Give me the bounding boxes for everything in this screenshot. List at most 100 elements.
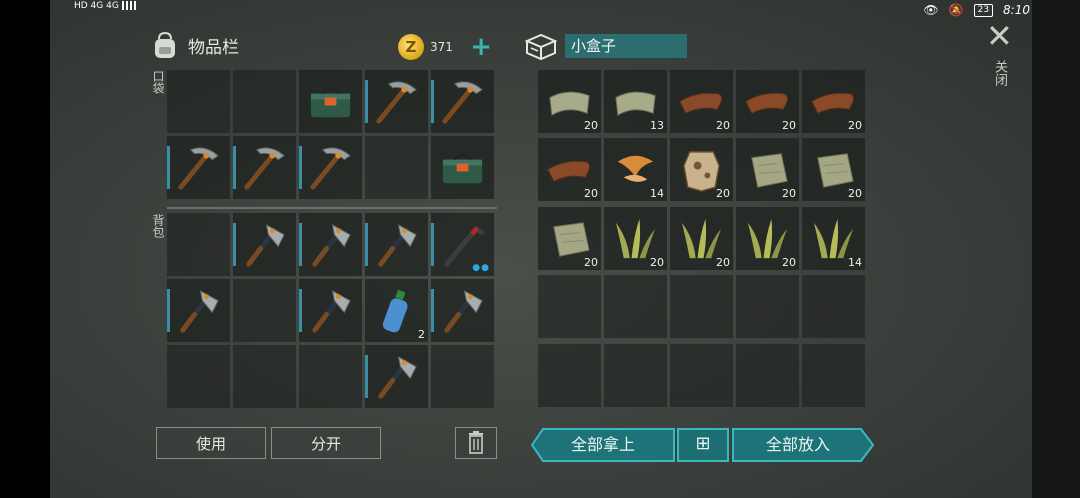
container-grid: 20 13 20 20 20 20 14 20 20 20 20 20 20 20 14 [538,70,865,409]
split-button[interactable]: 分开 [271,427,381,459]
toolbox-icon [310,87,351,118]
backpack-slot[interactable] [233,279,296,342]
container-slot[interactable] [670,343,733,407]
hatchet-icon [444,289,483,333]
item-quantity: 20 [716,255,730,269]
pocket-slot[interactable] [233,136,296,199]
backpack-slot[interactable]: 2 [365,279,428,342]
backpack-slot[interactable] [167,279,230,342]
container-slot[interactable]: 14 [604,138,667,202]
section-divider [167,207,497,209]
container-slot[interactable] [802,343,865,407]
container-slot[interactable]: 20 [670,70,733,133]
container-slot[interactable]: 20 [604,206,667,270]
container-slot[interactable] [604,343,667,407]
container-slot[interactable]: 20 [538,206,601,270]
pocket-slot[interactable] [167,70,230,133]
trash-button[interactable] [455,427,497,459]
durability-bar [365,80,368,123]
clock: 8:10 [1003,3,1030,17]
item-quantity: 20 [716,187,730,201]
container-slot[interactable]: 20 [736,138,799,202]
pickaxe-icon [244,147,285,190]
close-icon[interactable]: ✕ [986,20,1013,52]
pickaxe-icon [310,147,351,190]
close-label[interactable]: 关闭 [990,60,1009,86]
durability-bar [233,223,236,266]
durability-bar [299,146,302,189]
container-slot[interactable]: 20 [736,206,799,270]
eye-icon: 👁 [923,3,939,17]
container-slot[interactable]: 20 [802,70,865,133]
hatchet-icon [180,289,219,333]
container-slot[interactable]: 20 [538,138,601,202]
item-quantity: 13 [650,119,664,132]
container-slot[interactable]: 20 [736,70,799,133]
toolbox-icon [442,153,483,184]
backpack-icon [155,31,175,58]
backpack-slot[interactable] [365,213,428,276]
coin-count: 371 [430,40,453,54]
item-quantity: 20 [782,119,796,132]
container-slot[interactable] [736,343,799,407]
container-slot[interactable] [670,275,733,339]
pocket-grid [167,70,494,199]
durability-bar [431,223,434,266]
backpack-slot[interactable]: ●● [431,213,494,276]
put-all-button[interactable]: 全部放入 [732,428,864,462]
battery-icon: 23 [973,3,994,17]
pocket-slot[interactable] [365,136,428,199]
backpack-slot[interactable] [299,279,362,342]
pocket-slot[interactable] [431,70,494,133]
take-all-button[interactable]: 全部拿上 [531,428,675,462]
durability-bar [167,289,170,332]
pocket-slot[interactable] [167,136,230,199]
trash-icon [469,431,483,454]
hatchet-icon [378,355,417,399]
backpack-grid: ●● 2 [167,213,494,408]
item-quantity: 2 [418,328,425,341]
backpack-slot[interactable] [431,279,494,342]
pickaxe-icon [376,81,417,124]
pocket-slot[interactable] [299,70,362,133]
container-slot[interactable] [538,343,601,407]
left-black-bar [0,0,50,498]
container-slot[interactable] [604,275,667,339]
container-slot[interactable]: 14 [802,206,865,270]
durability-bar [167,146,170,189]
item-quantity: 14 [848,255,862,269]
durability-bar [365,223,368,266]
backpack-slot[interactable] [233,345,296,408]
use-button[interactable]: 使用 [156,427,266,459]
backpack-slot[interactable] [299,345,362,408]
hatchet-icon [246,223,285,267]
pocket-slot[interactable] [431,136,494,199]
pocket-slot[interactable] [233,70,296,133]
durability-bar [365,355,368,398]
item-quantity: 20 [782,255,796,269]
plus-icon[interactable]: + [470,34,492,60]
pocket-slot[interactable] [299,136,362,199]
backpack-slot[interactable] [365,345,428,408]
pocket-label: 口袋 [151,70,165,94]
item-quantity: 20 [716,119,730,132]
pocket-slot[interactable] [365,70,428,133]
container-slot[interactable]: 20 [538,70,601,133]
backpack-slot[interactable] [299,213,362,276]
container-slot[interactable] [802,275,865,339]
container-slot[interactable]: 20 [670,206,733,270]
backpack-slot[interactable] [431,345,494,408]
inventory-header: 物品栏 [150,30,239,60]
container-slot[interactable] [736,275,799,339]
container-slot[interactable] [538,275,601,339]
backpack-slot[interactable] [167,345,230,408]
signal-text: HD 4G 4G [74,1,119,11]
container-slot[interactable]: 20 [802,138,865,202]
sort-button[interactable]: ⊞ [677,428,729,462]
item-quantity: 20 [650,255,664,269]
hatchet-icon [378,223,417,267]
container-slot[interactable]: 13 [604,70,667,133]
backpack-slot[interactable] [167,213,230,276]
container-slot[interactable]: 20 [670,138,733,202]
backpack-slot[interactable] [233,213,296,276]
